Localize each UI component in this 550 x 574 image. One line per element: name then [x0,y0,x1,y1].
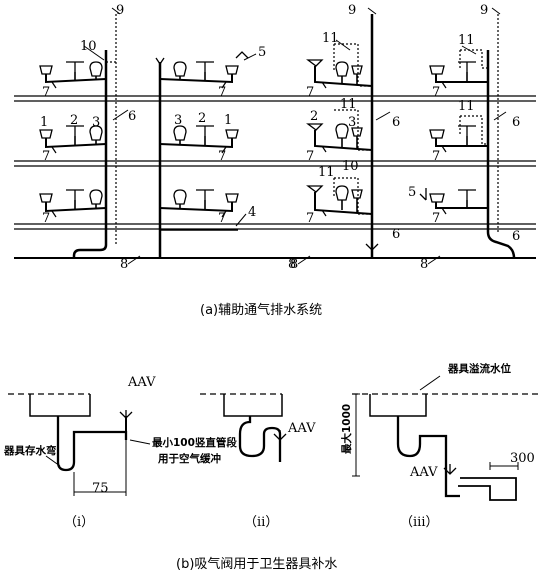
label-7-d2: 7 [432,149,440,164]
label-7-b2: 7 [218,149,226,164]
min-pipe-label-1: 最小100竖直管段 [152,436,237,449]
label-5-d: 5 [408,185,416,200]
sub-label-ii: （ⅱ） [244,515,278,530]
min-pipe-label-2: 用于空气缓冲 [157,452,221,465]
label-3-a: 3 [92,115,100,130]
label-7-a2: 7 [42,149,50,164]
aav-label-iii: AAV [409,465,438,480]
sub-label-iii: （ⅲ） [400,515,438,530]
label-7-c2: 7 [306,149,314,164]
label-6-c2: 6 [392,227,400,242]
label-11-d2: 11 [458,99,475,114]
label-6-c1: 6 [392,115,400,130]
label-4-b: 4 [248,205,256,220]
label-7-d3: 7 [432,211,440,226]
label-7-c1: 7 [306,85,314,100]
system-2 [155,51,257,258]
label-6-a: 6 [128,109,136,124]
detail-ii [200,393,287,462]
dim-75: 75 [92,481,109,496]
dim-300: 300 [510,451,535,466]
label-11-c1: 11 [322,31,339,46]
label-3-b: 3 [174,113,182,128]
label-1-a: 1 [40,115,48,130]
label-11-c2: 11 [340,97,357,112]
drainage-diagram: 9 10 7 1 2 3 6 7 7 8 5 7 3 2 1 7 7 4 8 9… [3,3,538,572]
label-9-a: 9 [116,3,124,18]
sub-label-i: （ⅰ） [64,515,94,530]
label-11-d1: 11 [458,33,475,48]
label-6-d1: 6 [512,115,520,130]
max-1000-label: 最大1000 [340,404,353,454]
label-6-d2: 6 [512,229,520,244]
label-8-c: 8 [290,257,298,272]
label-7-d1: 7 [432,85,440,100]
label-7-a1: 7 [42,85,50,100]
label-2-c: 2 [310,109,318,124]
label-10-c: 10 [342,159,359,174]
label-11-c3: 11 [318,165,335,180]
caption-b: (b)吸气阀用于卫生器具补水 [176,556,337,572]
overflow-level-label: 器具溢流水位 [447,362,511,375]
aav-label-ii: AAV [287,421,316,436]
trap-label: 器具存水弯 [3,444,57,457]
system-3 [306,7,391,258]
label-9-c: 9 [348,3,356,18]
label-8-a: 8 [120,257,128,272]
label-8-d: 8 [420,257,428,272]
label-2-a: 2 [70,113,78,128]
label-7-b1: 7 [218,85,226,100]
caption-a: (a)辅助通气排水系统 [200,302,322,318]
aav-label-i: AAV [127,375,156,390]
label-3-c: 3 [348,115,356,130]
label-5-b: 5 [258,45,266,60]
label-9-d: 9 [480,3,488,18]
label-7-c3: 7 [306,211,314,226]
label-1-b: 1 [224,113,232,128]
label-2-b: 2 [198,111,206,126]
detail-iii [352,375,538,501]
label-10-a: 10 [80,39,97,54]
label-7-a3: 7 [42,211,50,226]
label-7-b3: 7 [218,211,226,226]
